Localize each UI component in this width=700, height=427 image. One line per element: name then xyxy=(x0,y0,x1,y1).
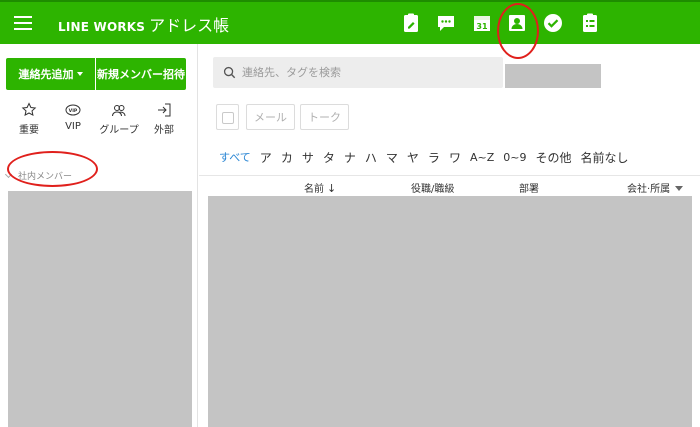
quick-link-vip[interactable]: VIP VIP xyxy=(50,102,96,132)
talk-button-label: トーク xyxy=(308,111,341,124)
filter-ta[interactable]: タ xyxy=(323,149,335,166)
quick-link-label: 重要 xyxy=(19,125,39,136)
column-department[interactable]: 部署 xyxy=(519,180,539,195)
mail-button[interactable]: メール xyxy=(246,104,295,130)
board-app-icon[interactable] xyxy=(399,11,423,35)
invite-member-button[interactable]: 新規メンバー招待 xyxy=(96,58,186,90)
column-title-label: 役職/職級 xyxy=(411,184,455,195)
filter-0-9[interactable]: 0~9 xyxy=(503,151,526,164)
filter-ra[interactable]: ラ xyxy=(428,149,440,166)
quick-link-group[interactable]: グループ xyxy=(96,102,142,136)
search-input[interactable] xyxy=(242,66,492,79)
index-filter-bar: すべて ア カ サ タ ナ ハ マ ヤ ラ ワ A~Z 0~9 その他 名前なし xyxy=(219,149,637,165)
hamburger-menu-icon[interactable] xyxy=(14,14,32,30)
filter-a-z[interactable]: A~Z xyxy=(470,151,494,164)
quick-link-important[interactable]: 重要 xyxy=(6,102,52,136)
filter-sa[interactable]: サ xyxy=(302,149,314,166)
contact-list-redacted xyxy=(208,196,692,427)
section-internal-members[interactable]: 社内メンバー xyxy=(18,169,72,182)
filter-all[interactable]: すべて xyxy=(219,149,251,165)
brand-logo-text: LINE WORKS xyxy=(58,20,146,34)
mail-button-label: メール xyxy=(254,111,287,124)
quick-link-label: グループ xyxy=(99,125,139,136)
top-bar: LINE WORKS アドレス帳 31 xyxy=(0,0,700,44)
search-icon xyxy=(223,66,236,79)
calendar-day-number: 31 xyxy=(476,22,488,31)
select-all-checkbox[interactable] xyxy=(216,104,239,130)
group-icon xyxy=(112,105,126,117)
app-brand[interactable]: LINE WORKS アドレス帳 xyxy=(58,12,229,36)
quick-link-label: 外部 xyxy=(154,125,174,136)
filter-ya[interactable]: ヤ xyxy=(407,149,419,166)
redacted-area xyxy=(505,64,601,88)
filter-ma[interactable]: マ xyxy=(386,149,398,166)
member-list-redacted xyxy=(8,191,192,427)
form-app-icon[interactable] xyxy=(578,11,602,35)
filter-other[interactable]: その他 xyxy=(535,149,571,166)
add-contact-button[interactable]: 連絡先追加 xyxy=(6,58,95,90)
star-icon xyxy=(21,102,37,117)
vip-icon: VIP xyxy=(65,104,81,116)
filter-ka[interactable]: カ xyxy=(281,149,293,166)
add-contact-label: 連絡先追加 xyxy=(18,68,74,81)
external-icon xyxy=(158,103,171,117)
column-name[interactable]: 名前 ↓ xyxy=(304,180,336,195)
filter-wa[interactable]: ワ xyxy=(449,149,461,166)
vip-badge-text: VIP xyxy=(69,108,78,114)
talk-button[interactable]: トーク xyxy=(300,104,349,130)
app-name: アドレス帳 xyxy=(149,16,230,35)
column-name-label: 名前 xyxy=(304,184,324,195)
filter-no-name[interactable]: 名前なし xyxy=(580,149,628,166)
contacts-app-icon[interactable] xyxy=(505,11,529,35)
table-header: 名前 ↓ 役職/職級 部署 会社·所属 xyxy=(199,175,700,196)
column-company[interactable]: 会社·所属 xyxy=(627,180,684,195)
talk-app-icon[interactable] xyxy=(434,11,458,35)
task-app-icon[interactable] xyxy=(541,11,565,35)
filter-a[interactable]: ア xyxy=(260,149,272,166)
column-title[interactable]: 役職/職級 xyxy=(411,180,454,195)
invite-member-label: 新規メンバー招待 xyxy=(97,68,185,81)
caret-down-icon xyxy=(76,72,83,76)
filter-na[interactable]: ナ xyxy=(344,149,356,166)
search-bar[interactable] xyxy=(213,57,503,88)
filter-ha[interactable]: ハ xyxy=(365,149,377,166)
column-company-label: 会社·所属 xyxy=(627,184,671,195)
calendar-app-icon[interactable]: 31 xyxy=(470,11,494,35)
sort-arrow-icon: ↓ xyxy=(327,182,337,195)
column-department-label: 部署 xyxy=(519,184,539,195)
sidebar: 連絡先追加 新規メンバー招待 重要 VIP VIP グループ 外部 社内メンバー xyxy=(0,44,198,427)
quick-link-external[interactable]: 外部 xyxy=(141,102,187,136)
quick-link-label: VIP xyxy=(65,121,81,132)
filter-icon[interactable] xyxy=(675,186,684,191)
